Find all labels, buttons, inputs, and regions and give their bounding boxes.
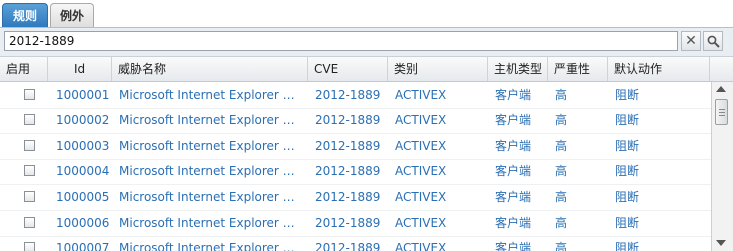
search-button[interactable] bbox=[703, 31, 723, 51]
table-row[interactable]: 1000006 Microsoft Internet Explorer MSX.… bbox=[0, 210, 711, 237]
cell-cve[interactable]: 2012-1889 bbox=[309, 235, 389, 251]
cell-default-action[interactable]: 阻断 bbox=[609, 158, 709, 184]
cell-id: 1000005 bbox=[56, 190, 110, 204]
cell-severity: 高 bbox=[555, 190, 568, 204]
column-header-threat-name[interactable]: 威胁名称 bbox=[112, 57, 308, 81]
table-row[interactable]: 1000004 Microsoft Internet Explorer MSX.… bbox=[0, 158, 711, 185]
cell-category: ACTIVEX bbox=[395, 113, 447, 127]
cell-threat-name[interactable]: Microsoft Internet Explorer MSX... bbox=[113, 107, 305, 133]
cell-id: 1000006 bbox=[56, 216, 110, 230]
clear-search-button[interactable]: ✕ bbox=[681, 31, 701, 51]
cell-id: 1000004 bbox=[56, 164, 110, 178]
grid-body: 1000001 Microsoft Internet Explorer MSX.… bbox=[0, 82, 711, 251]
cell-host-type: 客户端 bbox=[495, 113, 532, 127]
cell-host-type: 客户端 bbox=[495, 190, 532, 204]
enable-checkbox[interactable] bbox=[24, 242, 35, 251]
cell-severity: 高 bbox=[555, 241, 568, 251]
table-row[interactable]: 1000007 Microsoft Internet Explorer MSX.… bbox=[0, 235, 711, 251]
cell-default-action[interactable]: 阻断 bbox=[609, 235, 709, 251]
column-header-cve[interactable]: CVE bbox=[308, 57, 388, 81]
cell-cve[interactable]: 2012-1889 bbox=[309, 184, 389, 210]
cell-cve[interactable]: 2012-1889 bbox=[309, 133, 389, 159]
cell-id: 1000002 bbox=[56, 113, 110, 127]
cell-cve[interactable]: 2012-1889 bbox=[309, 82, 389, 108]
table-row[interactable]: 1000005 Microsoft Internet Explorer MSX.… bbox=[0, 184, 711, 211]
cell-host-type: 客户端 bbox=[495, 139, 532, 153]
cell-host-type: 客户端 bbox=[495, 241, 532, 251]
vertical-scrollbar[interactable] bbox=[711, 82, 733, 251]
cell-category: ACTIVEX bbox=[395, 190, 447, 204]
tab-rules[interactable]: 规则 bbox=[2, 3, 48, 27]
cell-severity: 高 bbox=[555, 216, 568, 230]
cell-default-action[interactable]: 阻断 bbox=[609, 133, 709, 159]
column-header-spacer bbox=[710, 57, 733, 81]
cell-id: 1000003 bbox=[56, 139, 110, 153]
search-input[interactable] bbox=[4, 31, 678, 51]
cell-cve[interactable]: 2012-1889 bbox=[309, 210, 389, 236]
cell-host-type: 客户端 bbox=[495, 216, 532, 230]
cell-cve[interactable]: 2012-1889 bbox=[309, 158, 389, 184]
table-row[interactable]: 1000003 Microsoft Internet Explorer MSX.… bbox=[0, 133, 711, 160]
cell-severity: 高 bbox=[555, 88, 568, 102]
column-header-id[interactable]: Id bbox=[48, 57, 112, 81]
magnifier-icon bbox=[707, 35, 720, 48]
cell-threat-name[interactable]: Microsoft Internet Explorer MSX... bbox=[113, 235, 305, 251]
cell-category: ACTIVEX bbox=[395, 164, 447, 178]
cell-severity: 高 bbox=[555, 164, 568, 178]
cell-severity: 高 bbox=[555, 113, 568, 127]
enable-checkbox[interactable] bbox=[24, 114, 35, 125]
cell-id: 1000001 bbox=[56, 88, 110, 102]
cell-threat-name[interactable]: Microsoft Internet Explorer MSX... bbox=[113, 184, 305, 210]
cell-category: ACTIVEX bbox=[395, 139, 447, 153]
cell-default-action[interactable]: 阻断 bbox=[609, 184, 709, 210]
scroll-down-arrow-icon[interactable] bbox=[716, 240, 726, 246]
column-header-host-type[interactable]: 主机类型 bbox=[488, 57, 548, 81]
cell-id: 1000007 bbox=[56, 241, 110, 251]
table-row[interactable]: 1000001 Microsoft Internet Explorer MSX.… bbox=[0, 82, 711, 109]
column-header-severity[interactable]: 严重性 bbox=[548, 57, 608, 81]
cell-host-type: 客户端 bbox=[495, 88, 532, 102]
grid-header: 启用 Id 威胁名称 CVE 类别 主机类型 严重性 默认动作 bbox=[0, 57, 733, 82]
grip-line bbox=[719, 115, 725, 116]
grip-line bbox=[719, 112, 725, 113]
cell-default-action[interactable]: 阻断 bbox=[609, 107, 709, 133]
cell-threat-name[interactable]: Microsoft Internet Explorer MSX... bbox=[113, 133, 305, 159]
enable-checkbox[interactable] bbox=[24, 140, 35, 151]
cell-default-action[interactable]: 阻断 bbox=[609, 82, 709, 108]
cell-threat-name[interactable]: Microsoft Internet Explorer MSX... bbox=[113, 82, 305, 108]
column-header-category[interactable]: 类别 bbox=[388, 57, 488, 81]
column-header-enabled[interactable]: 启用 bbox=[0, 57, 48, 81]
table-row[interactable]: 1000002 Microsoft Internet Explorer MSX.… bbox=[0, 107, 711, 134]
scrollbar-thumb[interactable] bbox=[715, 99, 728, 125]
cell-host-type: 客户端 bbox=[495, 164, 532, 178]
enable-checkbox[interactable] bbox=[24, 217, 35, 228]
cell-category: ACTIVEX bbox=[395, 88, 447, 102]
cell-default-action[interactable]: 阻断 bbox=[609, 210, 709, 236]
enable-checkbox[interactable] bbox=[24, 89, 35, 100]
tab-exceptions[interactable]: 例外 bbox=[50, 3, 94, 27]
cell-severity: 高 bbox=[555, 139, 568, 153]
tab-bar: 规则 例外 bbox=[0, 0, 733, 28]
cell-threat-name[interactable]: Microsoft Internet Explorer MSX... bbox=[113, 158, 305, 184]
cell-cve[interactable]: 2012-1889 bbox=[309, 107, 389, 133]
cell-threat-name[interactable]: Microsoft Internet Explorer MSX... bbox=[113, 210, 305, 236]
column-header-default-action[interactable]: 默认动作 bbox=[608, 57, 710, 81]
cell-category: ACTIVEX bbox=[395, 216, 447, 230]
cell-category: ACTIVEX bbox=[395, 241, 447, 251]
search-bar: ✕ bbox=[0, 28, 733, 57]
scroll-up-arrow-icon[interactable] bbox=[716, 86, 726, 92]
close-icon: ✕ bbox=[685, 33, 697, 49]
enable-checkbox[interactable] bbox=[24, 165, 35, 176]
grip-line bbox=[719, 109, 725, 110]
enable-checkbox[interactable] bbox=[24, 191, 35, 202]
